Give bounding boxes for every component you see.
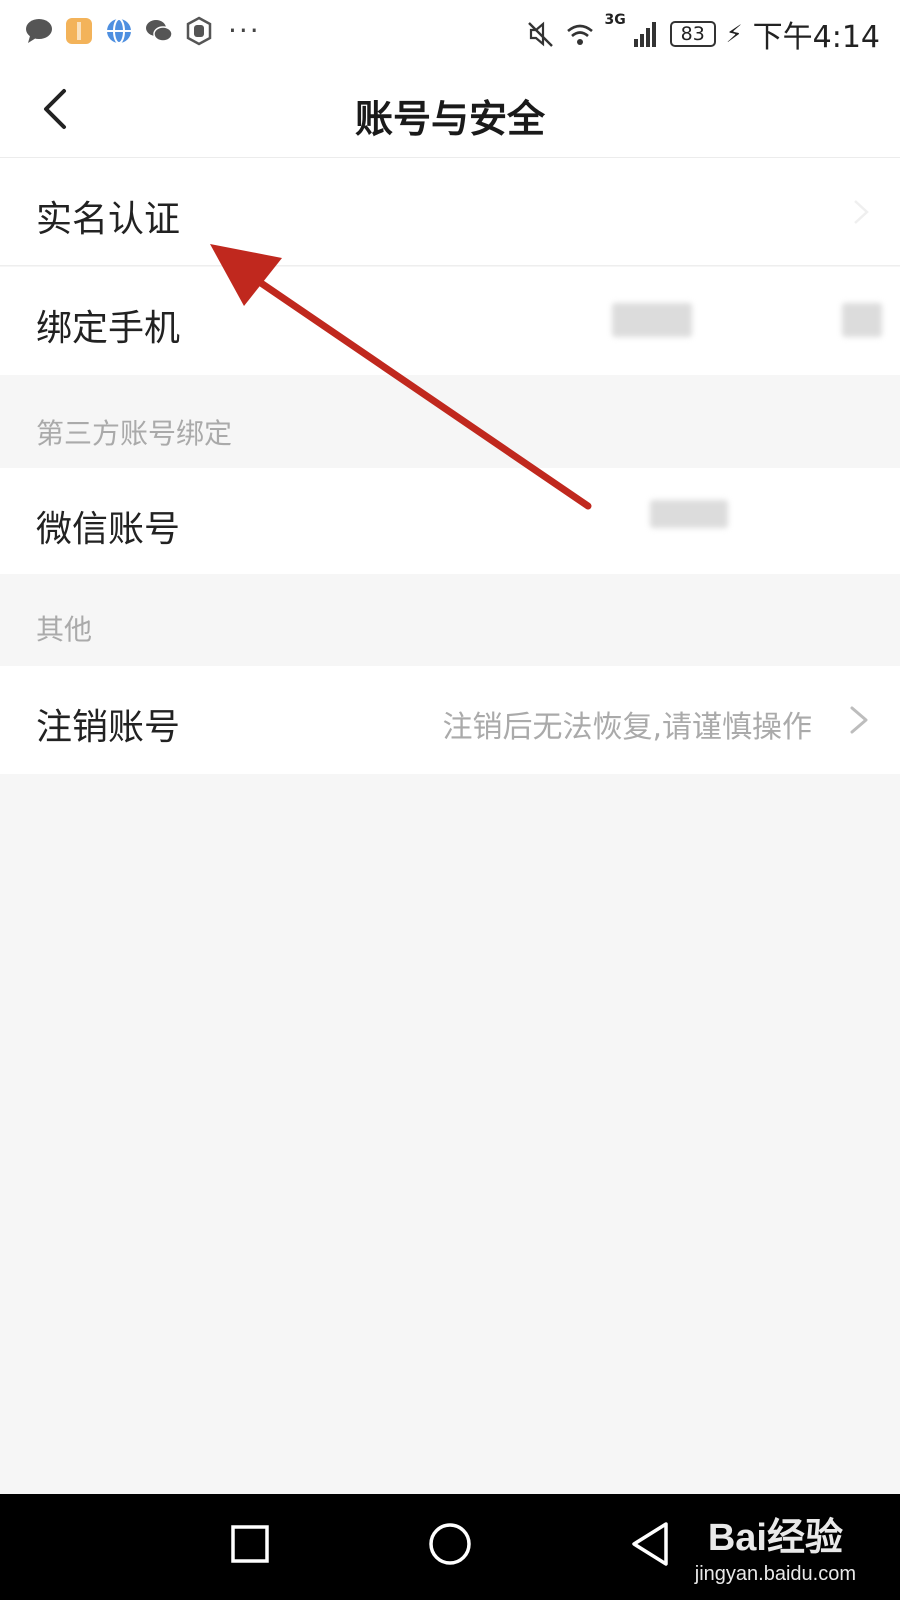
- bind-phone-item[interactable]: 绑定手机: [0, 267, 900, 375]
- wechat-account-label: 微信账号: [36, 509, 181, 550]
- signal-icon: [633, 22, 656, 47]
- mute-icon: [527, 21, 553, 47]
- real-name-verification-item[interactable]: 实名认证: [0, 158, 900, 266]
- clock: 下午4:14: [752, 20, 880, 55]
- wechat-icon: [146, 19, 173, 42]
- back-nav-button[interactable]: [628, 1520, 672, 1568]
- message-icon: [26, 18, 52, 43]
- watermark-url: jingyan.baidu.com: [694, 1563, 856, 1585]
- battery-level: 83: [669, 21, 716, 47]
- system-status: 3G 83 ⚡ 下午4:14: [525, 12, 880, 56]
- page-title: 账号与安全: [354, 97, 545, 141]
- system-nav-bar: Bai经验 jingyan.baidu.com: [0, 1494, 900, 1600]
- real-name-label: 实名认证: [36, 199, 181, 240]
- cancel-account-item[interactable]: 注销账号 注销后无法恢复,请谨慎操作: [0, 666, 900, 774]
- watermark-logo: Bai经验: [707, 1517, 843, 1559]
- masked-wechat-value: [650, 500, 728, 528]
- chevron-right-icon: [850, 706, 868, 734]
- wifi-icon: [566, 24, 593, 45]
- notification-icons: ···: [24, 14, 261, 47]
- other-section-header: 其他: [36, 613, 93, 646]
- charging-icon: ⚡: [725, 20, 743, 48]
- masked-phone-value: [612, 303, 692, 337]
- app-folder-icon: [66, 17, 92, 44]
- browser-icon: [107, 17, 131, 44]
- third-party-section-header: 第三方账号绑定: [36, 417, 233, 450]
- bind-phone-label: 绑定手机: [36, 308, 181, 349]
- wechat-account-item[interactable]: 微信账号: [0, 468, 900, 574]
- chevron-right-icon: [854, 200, 869, 224]
- masked-phone-value-end: [842, 303, 882, 337]
- more-notifications: ···: [228, 14, 261, 47]
- network-type: 3G: [604, 12, 626, 28]
- hand-icon: [186, 16, 212, 45]
- nav-bar: 账号与安全: [0, 62, 900, 158]
- cancel-account-hint: 注销后无法恢复,请谨慎操作: [442, 710, 812, 745]
- home-button[interactable]: [428, 1522, 472, 1566]
- recents-button[interactable]: [230, 1524, 270, 1564]
- status-bar: ··· 3G 83 ⚡ 下午4:14: [0, 0, 900, 62]
- watermark: Bai经验 jingyan.baidu.com: [695, 1506, 856, 1586]
- cancel-account-label: 注销账号: [36, 707, 181, 748]
